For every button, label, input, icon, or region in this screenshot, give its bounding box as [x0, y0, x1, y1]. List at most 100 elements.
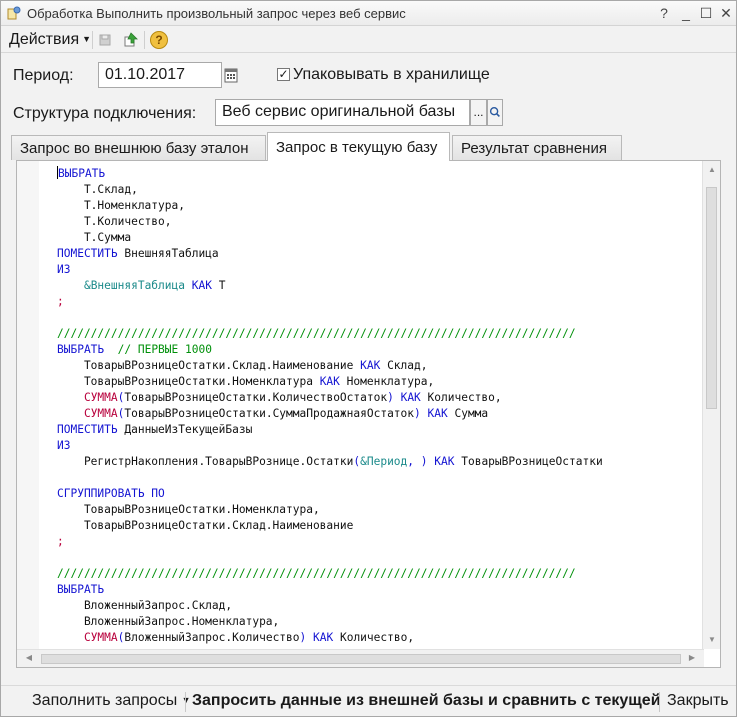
code-line: ВложенныйЗапрос.Склад, — [57, 598, 702, 614]
code-line: ВЫБРАТЬ // ПЕРВЫЕ 1000 — [57, 342, 702, 358]
code-token: СУММА — [83, 631, 118, 644]
help-icon[interactable]: ? — [150, 31, 168, 49]
tab-external-query[interactable]: Запрос во внешнюю базу эталон — [11, 135, 266, 160]
code-token: ВложенныйЗапрос.Номенклатура, — [57, 615, 280, 628]
code-token: ВложенныйЗапрос.Количество — [124, 631, 300, 644]
code-token: КАК — [360, 359, 381, 372]
code-token: КАК — [434, 455, 455, 468]
code-line: ИЗ — [57, 262, 702, 278]
scroll-left-icon[interactable]: ◀ — [21, 653, 37, 662]
code-line: ; — [57, 294, 702, 310]
code-token: ТоварыВРозницеОстатки.Склад.Наименование — [57, 359, 361, 372]
code-line: Т.Склад, — [57, 182, 702, 198]
scroll-down-icon[interactable]: ▼ — [704, 635, 720, 644]
vertical-scrollbar[interactable]: ▲ ▼ — [702, 161, 720, 649]
tab-label: Результат сравнения — [461, 140, 607, 157]
chevron-down-icon: ▼ — [181, 695, 191, 705]
minimize-button[interactable]: _ — [676, 3, 696, 23]
code-line: ВЫБРАТЬ — [57, 166, 702, 182]
code-token: СУММА — [83, 407, 118, 420]
tab-label: Запрос в текущую базу — [276, 139, 438, 156]
tab-current-query[interactable]: Запрос в текущую базу — [267, 132, 450, 161]
actions-label: Действия — [9, 31, 80, 48]
close-button[interactable]: Закрыть — [667, 692, 729, 710]
code-line: ИЗ — [57, 438, 702, 454]
code-line: &ВнешняяТаблица КАК Т — [57, 278, 702, 294]
horizontal-scroll-thumb[interactable] — [41, 654, 681, 664]
code-token: Т.Номенклатура, — [57, 199, 185, 212]
code-token: КАК — [191, 279, 212, 292]
horizontal-scrollbar[interactable]: ◀ ▶ — [17, 649, 704, 667]
maximize-button[interactable]: ☐ — [696, 3, 716, 23]
scroll-right-icon[interactable]: ▶ — [684, 653, 700, 662]
code-line: ВложенныйЗапрос.Номенклатура, — [57, 614, 702, 630]
calendar-icon[interactable] — [223, 66, 239, 84]
load-settings-icon[interactable] — [122, 31, 140, 49]
code-token: Т.Склад, — [57, 183, 138, 196]
bottom-divider — [185, 692, 186, 712]
code-token: ТоварыВРозницеОстатки — [454, 455, 603, 468]
period-label: Период: — [13, 67, 74, 84]
tab-label: Запрос во внешнюю базу эталон — [20, 140, 249, 157]
structure-value: Веб сервис оригинальной базы — [222, 103, 456, 120]
code-token: ВЫБРАТЬ — [58, 167, 106, 180]
code-line: Т.Количество, — [57, 214, 702, 230]
code-token: ////////////////////////////////////////… — [57, 567, 576, 580]
request-and-compare-button[interactable]: Запросить данные из внешней базы и сравн… — [192, 692, 661, 710]
pack-in-storage-checkbox[interactable]: ✓ — [277, 68, 290, 81]
code-line: СГРУППИРОВАТЬ ПО — [57, 486, 702, 502]
code-token: СГРУППИРОВАТЬ ПО — [57, 487, 165, 500]
structure-connection-input[interactable]: Веб сервис оригинальной базы — [215, 99, 470, 126]
code-line: ТоварыВРозницеОстатки.Склад.Наименование… — [57, 358, 702, 374]
code-token: РегистрНакопления.ТоварыВРознице.Остатки — [57, 455, 354, 468]
search-icon[interactable] — [487, 99, 503, 126]
toolbar-divider — [144, 31, 145, 49]
code-token: ) — [420, 455, 428, 468]
processing-window: Обработка Выполнить произвольный запрос … — [0, 0, 737, 717]
bottom-command-bar: Заполнить запросы ▼ Запросить данные из … — [1, 685, 736, 717]
code-line: ПОМЕСТИТЬ ДанныеИзТекущейБазы — [57, 422, 702, 438]
code-token: ) — [387, 391, 394, 404]
code-line: ПОМЕСТИТЬ ВнешняяТаблица — [57, 246, 702, 262]
tab-comparison-result[interactable]: Результат сравнения — [452, 135, 622, 160]
code-token: КАК — [400, 391, 421, 404]
scroll-up-icon[interactable]: ▲ — [704, 165, 720, 174]
actions-menu-button[interactable]: Действия ▼ — [9, 31, 91, 49]
bottom-divider — [659, 692, 660, 712]
period-date-input[interactable]: 01.10.2017 — [98, 62, 222, 88]
editor-gutter — [17, 161, 39, 649]
code-token: ТоварыВРозницеОстатки.Склад.Наименование — [57, 519, 354, 532]
query-code[interactable]: ВЫБРАТЬ Т.Склад, Т.Номенклатура, Т.Колич… — [57, 166, 702, 649]
code-token: ДанныеИзТекущейБазы — [117, 423, 253, 436]
code-token: Т.Количество, — [57, 215, 172, 228]
code-token: ; — [57, 535, 64, 548]
help-window-button[interactable]: ? — [654, 3, 674, 23]
vertical-scroll-thumb[interactable] — [706, 187, 717, 409]
structure-label: Структура подключения: — [13, 105, 197, 122]
code-token: ВложенныйЗапрос.Склад, — [57, 599, 233, 612]
save-disabled-icon[interactable] — [97, 31, 115, 49]
fill-queries-button[interactable]: Заполнить запросы ▼ — [32, 692, 191, 710]
code-token: ВЫБРАТЬ — [57, 343, 105, 356]
pack-in-storage-label: Упаковывать в хранилище — [293, 66, 490, 83]
fill-queries-label: Заполнить запросы — [32, 692, 178, 709]
code-token: ) — [414, 407, 421, 420]
code-token: ВнешняяТаблица — [117, 247, 219, 260]
code-line: Т.Номенклатура, — [57, 198, 702, 214]
select-button[interactable]: ... — [470, 99, 487, 126]
code-token: ////////////////////////////////////////… — [57, 327, 576, 340]
query-text-editor[interactable]: ВЫБРАТЬ Т.Склад, Т.Номенклатура, Т.Колич… — [16, 160, 721, 668]
close-window-button[interactable]: ✕ — [716, 3, 736, 23]
code-line: Т.Сумма — [57, 230, 702, 246]
code-token: КАК — [313, 631, 334, 644]
code-line: ////////////////////////////////////////… — [57, 326, 702, 342]
